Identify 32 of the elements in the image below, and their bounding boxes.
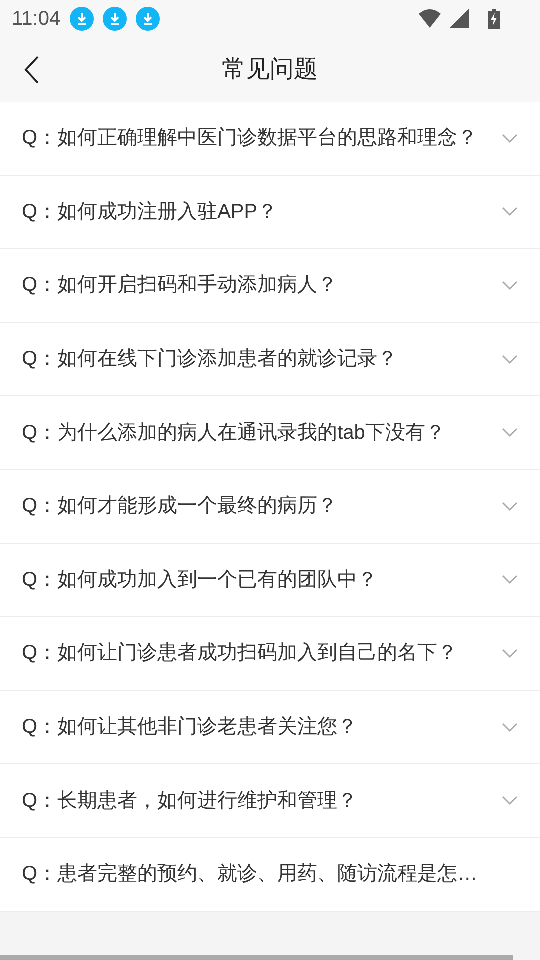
back-icon (24, 56, 40, 84)
download-icon (136, 6, 160, 30)
question-text: Q：如何正确理解中医门诊数据平台的思路和理念？ (22, 126, 478, 152)
wifi-icon (419, 9, 441, 28)
chevron-down-icon (502, 428, 518, 438)
page-title: 常见问题 (222, 54, 318, 84)
question-text: Q：患者完整的预约、就诊、用药、随访流程是怎… (22, 862, 478, 888)
question-text: Q：如何才能形成一个最终的病历？ (22, 494, 338, 520)
faq-item[interactable]: Q：如何成功注册入驻APP？ (0, 176, 540, 250)
download-icon (70, 6, 94, 30)
chevron-down-icon (502, 796, 518, 806)
chevron-down-icon (502, 280, 518, 290)
question-text: Q：长期患者，如何进行维护和管理？ (22, 788, 358, 814)
download-icon (102, 6, 127, 30)
chevron-down-icon (502, 575, 518, 584)
battery-icon (488, 8, 500, 28)
chevron-down-icon (502, 354, 518, 364)
question-text: Q：如何在线下门诊添加患者的就诊记录？ (22, 347, 398, 372)
chevron-down-icon (502, 502, 518, 511)
question-text: Q：为什么添加的病人在通讯录我的tab下没有？ (22, 420, 446, 446)
chevron-down-icon (502, 207, 518, 216)
chevron-down-icon (502, 648, 518, 658)
status-time: 11:04 (12, 6, 61, 32)
faq-item[interactable]: Q：如何成功加入到一个已有的团队中？ (0, 544, 540, 618)
question-text: Q：如何让其他非门诊老患者关注您？ (22, 715, 358, 740)
chevron-down-icon (502, 134, 518, 143)
question-text: Q：如何让门诊患者成功扫码加入到自己的名下？ (22, 641, 458, 666)
signal-icon (450, 9, 469, 28)
question-text: Q：如何成功加入到一个已有的团队中？ (22, 568, 378, 593)
question-text: Q：如何开启扫码和手动添加病人？ (22, 273, 338, 298)
question-text: Q：如何成功注册入驻APP？ (22, 200, 278, 225)
chevron-down-icon (502, 722, 518, 732)
